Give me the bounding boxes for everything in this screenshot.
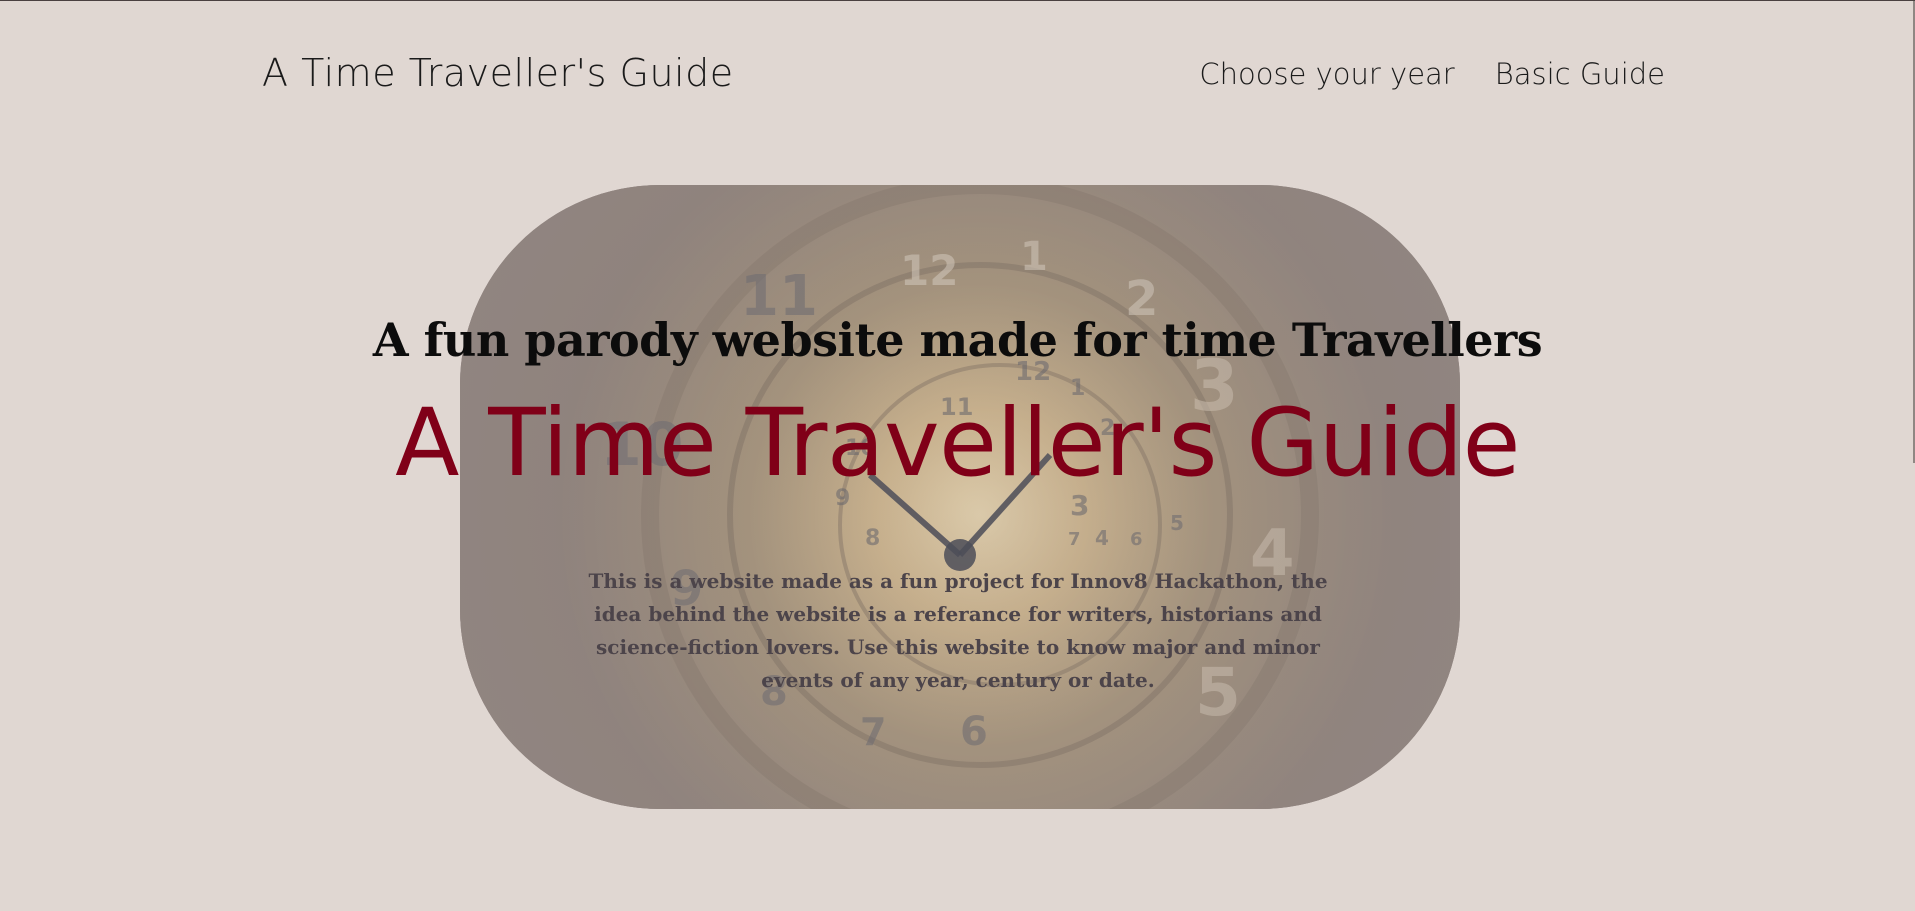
hero-description: This is a website made as a fun project … — [588, 569, 1328, 692]
brand-link[interactable]: A Time Traveller's Guide — [262, 51, 734, 95]
nav-links: Choose your year Basic Guide — [1199, 57, 1665, 91]
nav-link-choose-year[interactable]: Choose your year — [1199, 57, 1454, 91]
navbar: A Time Traveller's Guide Choose your yea… — [0, 1, 1915, 151]
hero-title: A Time Traveller's Guide — [395, 389, 1520, 498]
hero-tagline: A fun parody website made for time Trave… — [372, 313, 1543, 367]
nav-link-basic-guide[interactable]: Basic Guide — [1495, 57, 1665, 91]
